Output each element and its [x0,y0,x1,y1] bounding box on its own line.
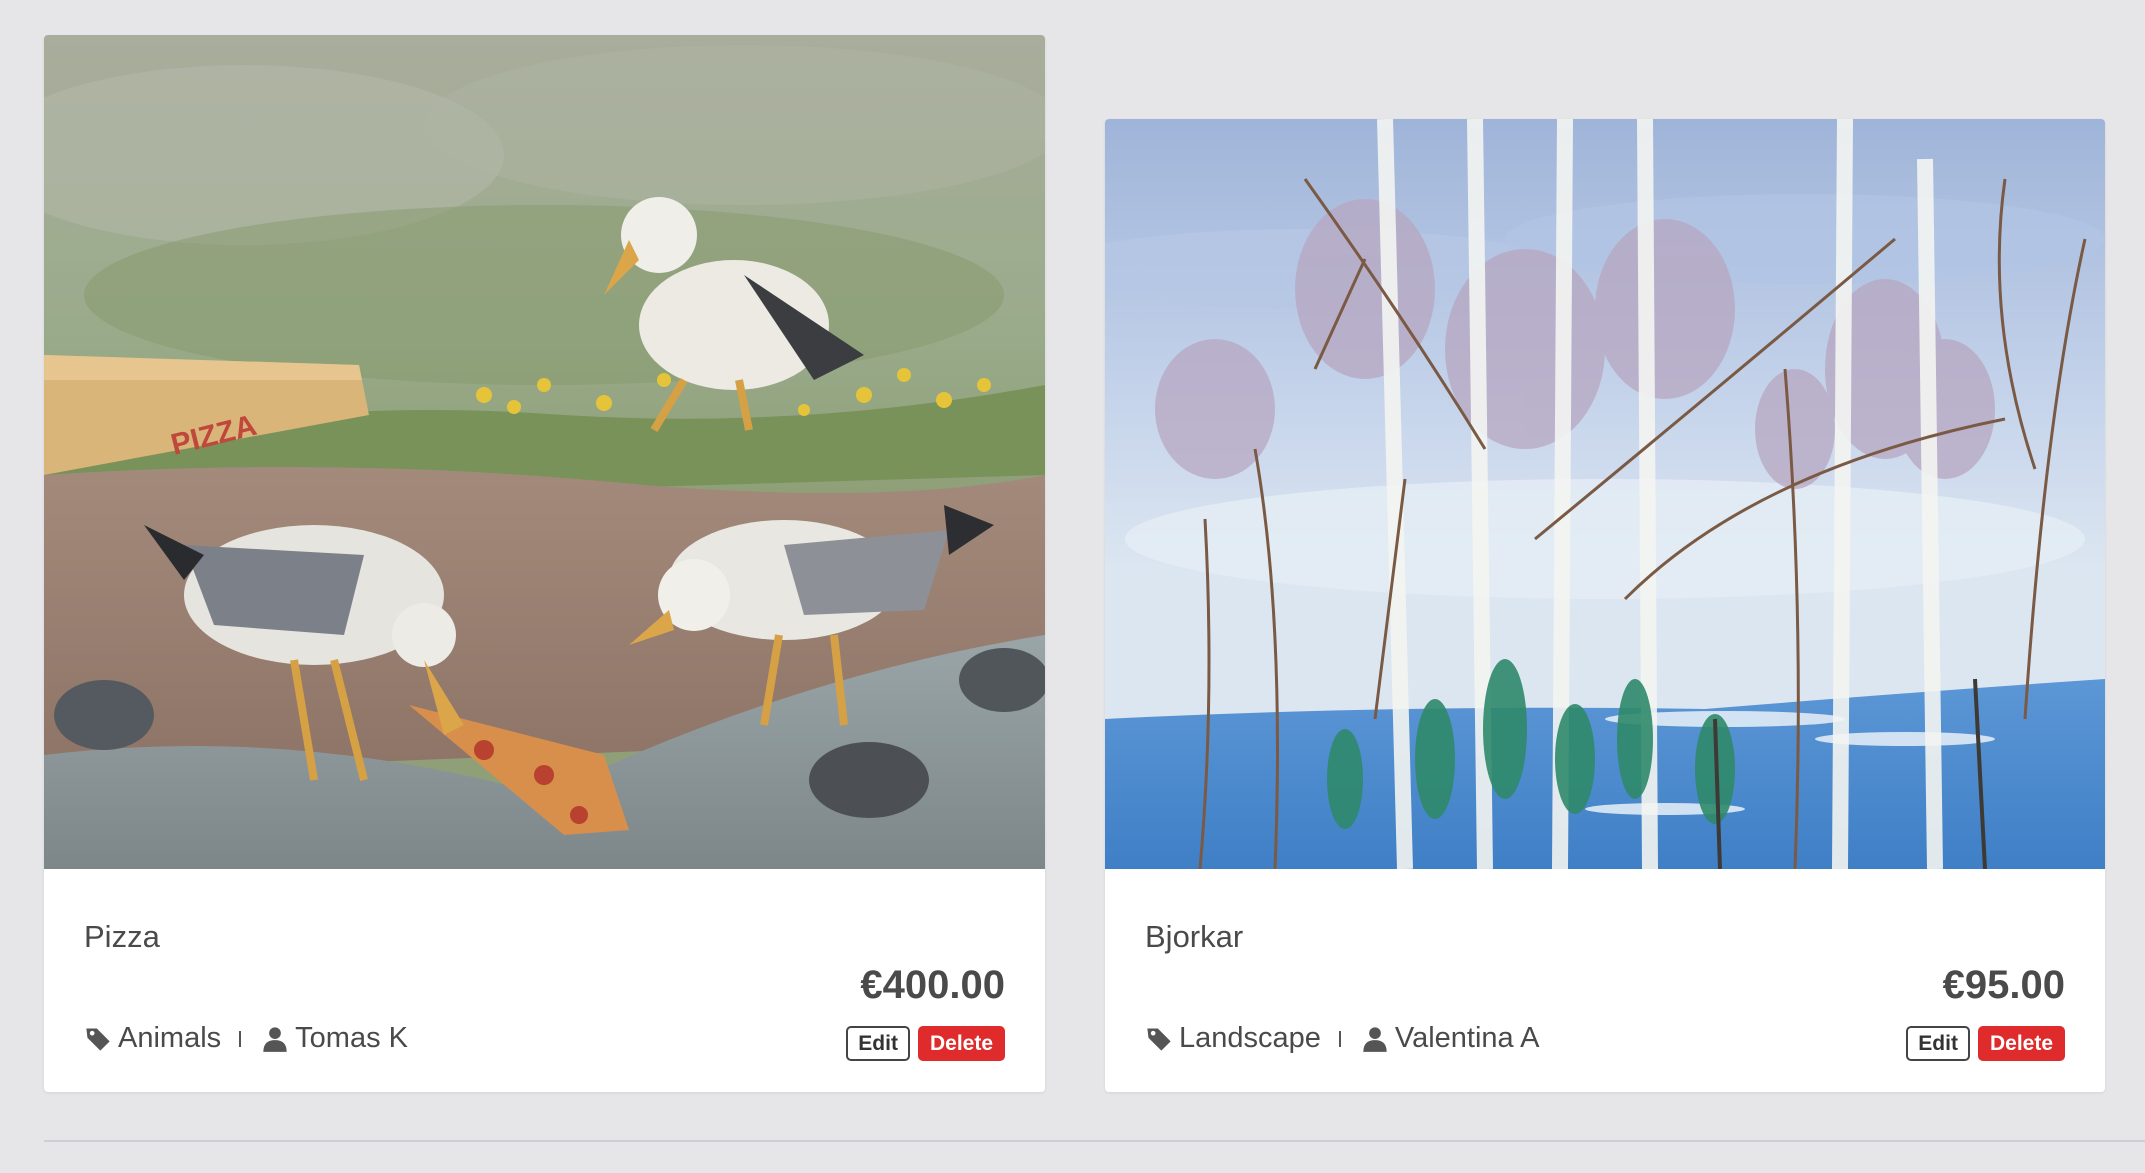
tag-icon [84,1025,112,1053]
card-actions: Edit Delete [846,1026,1005,1061]
section-divider [44,1140,2145,1142]
pizza-painting: PIZZA [44,35,1045,869]
artwork-price: €400.00 [860,963,1005,1007]
user-icon [261,1025,289,1053]
artwork-card[interactable]: Bjorkar €95.00 Landscape Valentina A Edi… [1105,119,2105,1092]
artwork-price: €95.00 [1942,963,2065,1007]
artwork-card[interactable]: PIZZA Pizza €400.00 Animals Tomas K Edit… [44,35,1045,1092]
category-label[interactable]: Landscape [1179,1022,1321,1055]
artist-label[interactable]: Valentina A [1395,1022,1540,1055]
card-actions: Edit Delete [1906,1026,2065,1061]
artwork-gallery: PIZZA Pizza €400.00 Animals Tomas K Edit… [44,0,2105,1150]
user-icon [1361,1025,1389,1053]
card-body: Bjorkar €95.00 Landscape Valentina A Edi… [1105,869,2105,1092]
bjorkar-painting [1105,119,2105,869]
artwork-title[interactable]: Pizza [84,919,160,955]
meta-separator [1338,1030,1341,1047]
delete-button[interactable]: Delete [917,1026,1005,1061]
card-body: Pizza €400.00 Animals Tomas K Edit Delet… [44,869,1045,1092]
meta-separator [239,1030,242,1047]
category-label[interactable]: Animals [118,1022,221,1055]
artwork-meta: Animals Tomas K [84,1022,408,1055]
edit-button[interactable]: Edit [1906,1026,1970,1061]
artwork-image[interactable] [1105,119,2105,869]
delete-button[interactable]: Delete [1977,1026,2065,1061]
artwork-image[interactable]: PIZZA [44,35,1045,869]
artist-label[interactable]: Tomas K [295,1022,408,1055]
edit-button[interactable]: Edit [846,1026,910,1061]
artwork-meta: Landscape Valentina A [1145,1022,1539,1055]
artwork-title[interactable]: Bjorkar [1145,919,1243,955]
tag-icon [1145,1025,1173,1053]
